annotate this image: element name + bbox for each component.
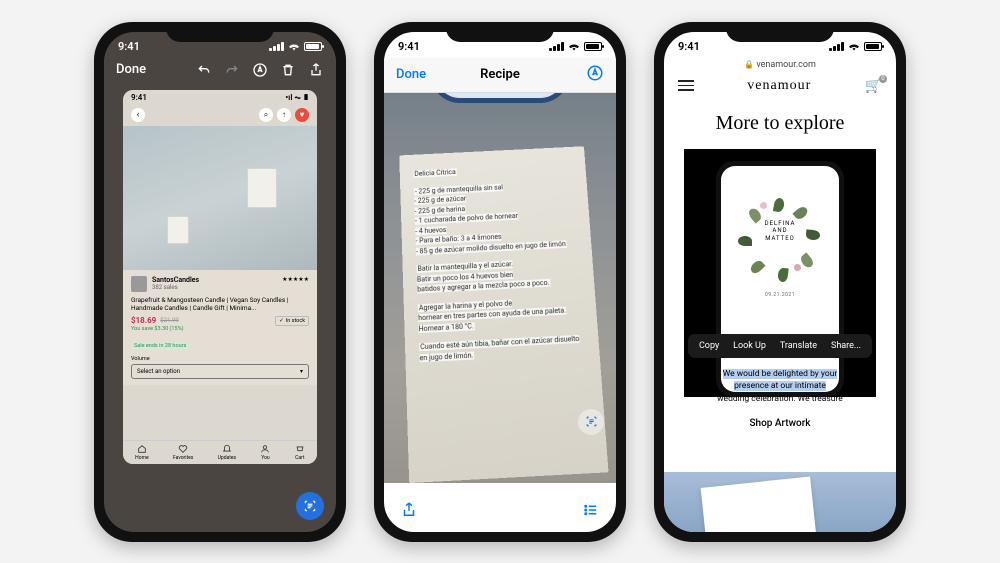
battery-icon (584, 42, 602, 51)
context-share[interactable]: Share... (831, 341, 861, 351)
screenshot-crop-area[interactable]: 9:41 •ıl ⏦ ▮ ‹ ⌕ ↑ ♥ SantosCandle (123, 90, 317, 464)
context-copy[interactable]: Copy (699, 341, 719, 351)
featured-artwork: DELFINA AND MATTEO 09.21.2021 (684, 149, 876, 397)
seller-sales: 382 sales (152, 284, 199, 291)
share-icon[interactable] (308, 62, 324, 78)
done-button[interactable]: Done (116, 62, 146, 77)
rating-stars: ★★★★★ (282, 276, 309, 283)
signal-icon (549, 42, 564, 51)
seller-name: SantosCandles (152, 276, 199, 284)
context-translate[interactable]: Translate (780, 341, 817, 351)
markup-icon[interactable] (252, 62, 268, 78)
text-context-menu: Copy Look Up Translate Share... (688, 334, 872, 358)
stock-badge: ✓ In stock (275, 316, 309, 326)
undo-icon[interactable] (196, 62, 212, 78)
recipe-step-3: Cuando esté aún tibia, bañar con el azúc… (419, 334, 580, 361)
wifi-icon (568, 42, 580, 51)
context-lookup[interactable]: Look Up (733, 341, 766, 351)
menu-icon[interactable] (678, 80, 694, 91)
price-current: $18.69 (131, 316, 156, 325)
status-time: 9:41 (398, 40, 420, 53)
nav-updates[interactable]: Updates (218, 444, 236, 461)
product-title: Grapefruit & Mangosteen Candle | Vegan S… (131, 296, 309, 312)
wifi-icon (288, 42, 300, 51)
favorite-icon[interactable]: ♥ (295, 108, 309, 122)
signal-icon (269, 42, 284, 51)
cart-badge: 0 (879, 75, 887, 83)
status-time: 9:41 (678, 40, 700, 53)
live-text-button[interactable] (296, 492, 324, 520)
share-icon[interactable] (400, 501, 418, 523)
sale-ends-badge: Sale ends in 28 hours (131, 342, 189, 350)
nav-you[interactable]: You (260, 444, 270, 461)
recipe-step-1: Batir la mantequilla y el azúcar. Batir … (416, 260, 550, 293)
option-select[interactable]: Select an option▾ (131, 364, 309, 379)
seller-avatar (131, 276, 147, 292)
signal-icon (829, 42, 844, 51)
wifi-icon (848, 42, 860, 51)
recipe-ingredients: - 225 g de mantequilla sin sal - 225 g d… (414, 183, 567, 255)
photo-header: Done Recipe (384, 58, 616, 93)
lock-icon: 🔒 (744, 60, 754, 69)
phone-1-screenshot-markup: 9:41 Done 9:41 •ıl ⏦ ▮ ‹ (94, 22, 346, 542)
back-icon[interactable]: ‹ (131, 108, 145, 122)
price-original: $21.99 (160, 317, 178, 324)
nav-favorites[interactable]: Favorites (173, 444, 193, 461)
inner-time: 9:41 (131, 93, 147, 102)
volume-label: Volume (131, 356, 309, 362)
envelope-decor (701, 476, 818, 532)
bottom-nav: Home Favorites Updates You Cart (123, 440, 317, 464)
page-heading: More to explore (664, 112, 896, 135)
battery-icon (864, 42, 882, 51)
live-text-button[interactable] (578, 409, 604, 435)
recipe-step-2: Agregar la harina y el polvo de hornear … (418, 298, 567, 332)
plate-decor (430, 93, 570, 103)
recipe-title: Delicia Cítrica (413, 168, 457, 178)
status-time: 9:41 (118, 40, 140, 53)
product-image (123, 126, 317, 270)
trash-icon[interactable] (280, 62, 296, 78)
selected-invitation-text: We would be delighted by your presence a… (664, 368, 896, 407)
photo-area: Delicia Cítrica - 225 g de mantequilla s… (384, 93, 616, 483)
battery-icon (304, 42, 322, 51)
invitation-date: 09.21.2021 (721, 292, 839, 298)
savings-text: You save $3.30 (15%) (131, 326, 309, 332)
photo-title: Recipe (480, 67, 520, 82)
brand-logo[interactable]: venamour (747, 78, 811, 94)
phone-2-recipe-photo: 9:41 Done Recipe Delicia Cítrica - 225 g… (374, 22, 626, 542)
photo-toolbar (384, 492, 616, 532)
nav-cart[interactable]: Cart (295, 444, 305, 461)
nav-home[interactable]: Home (135, 444, 148, 461)
invitation-names: DELFINA AND MATTEO (721, 220, 839, 243)
url-bar[interactable]: 🔒 venamour.com (664, 58, 896, 72)
chevron-down-icon: ▾ (300, 368, 303, 375)
done-button[interactable]: Done (396, 67, 426, 82)
page-footer-image (664, 472, 896, 532)
recipe-notebook: Delicia Cítrica - 225 g de mantequilla s… (399, 146, 608, 483)
cart-icon[interactable]: 🛒0 (865, 78, 882, 94)
redo-icon[interactable] (224, 62, 240, 78)
phone-3-safari-page: 9:41 🔒 venamour.com venamour 🛒0 More to … (654, 22, 906, 542)
list-icon[interactable] (582, 501, 600, 523)
share-inner-icon[interactable]: ↑ (277, 108, 291, 122)
inner-status-icons: •ıl ⏦ ▮ (285, 93, 309, 103)
shop-artwork-label[interactable]: Shop Artwork (664, 418, 896, 429)
markup-icon[interactable] (586, 64, 604, 86)
search-icon[interactable]: ⌕ (259, 108, 273, 122)
